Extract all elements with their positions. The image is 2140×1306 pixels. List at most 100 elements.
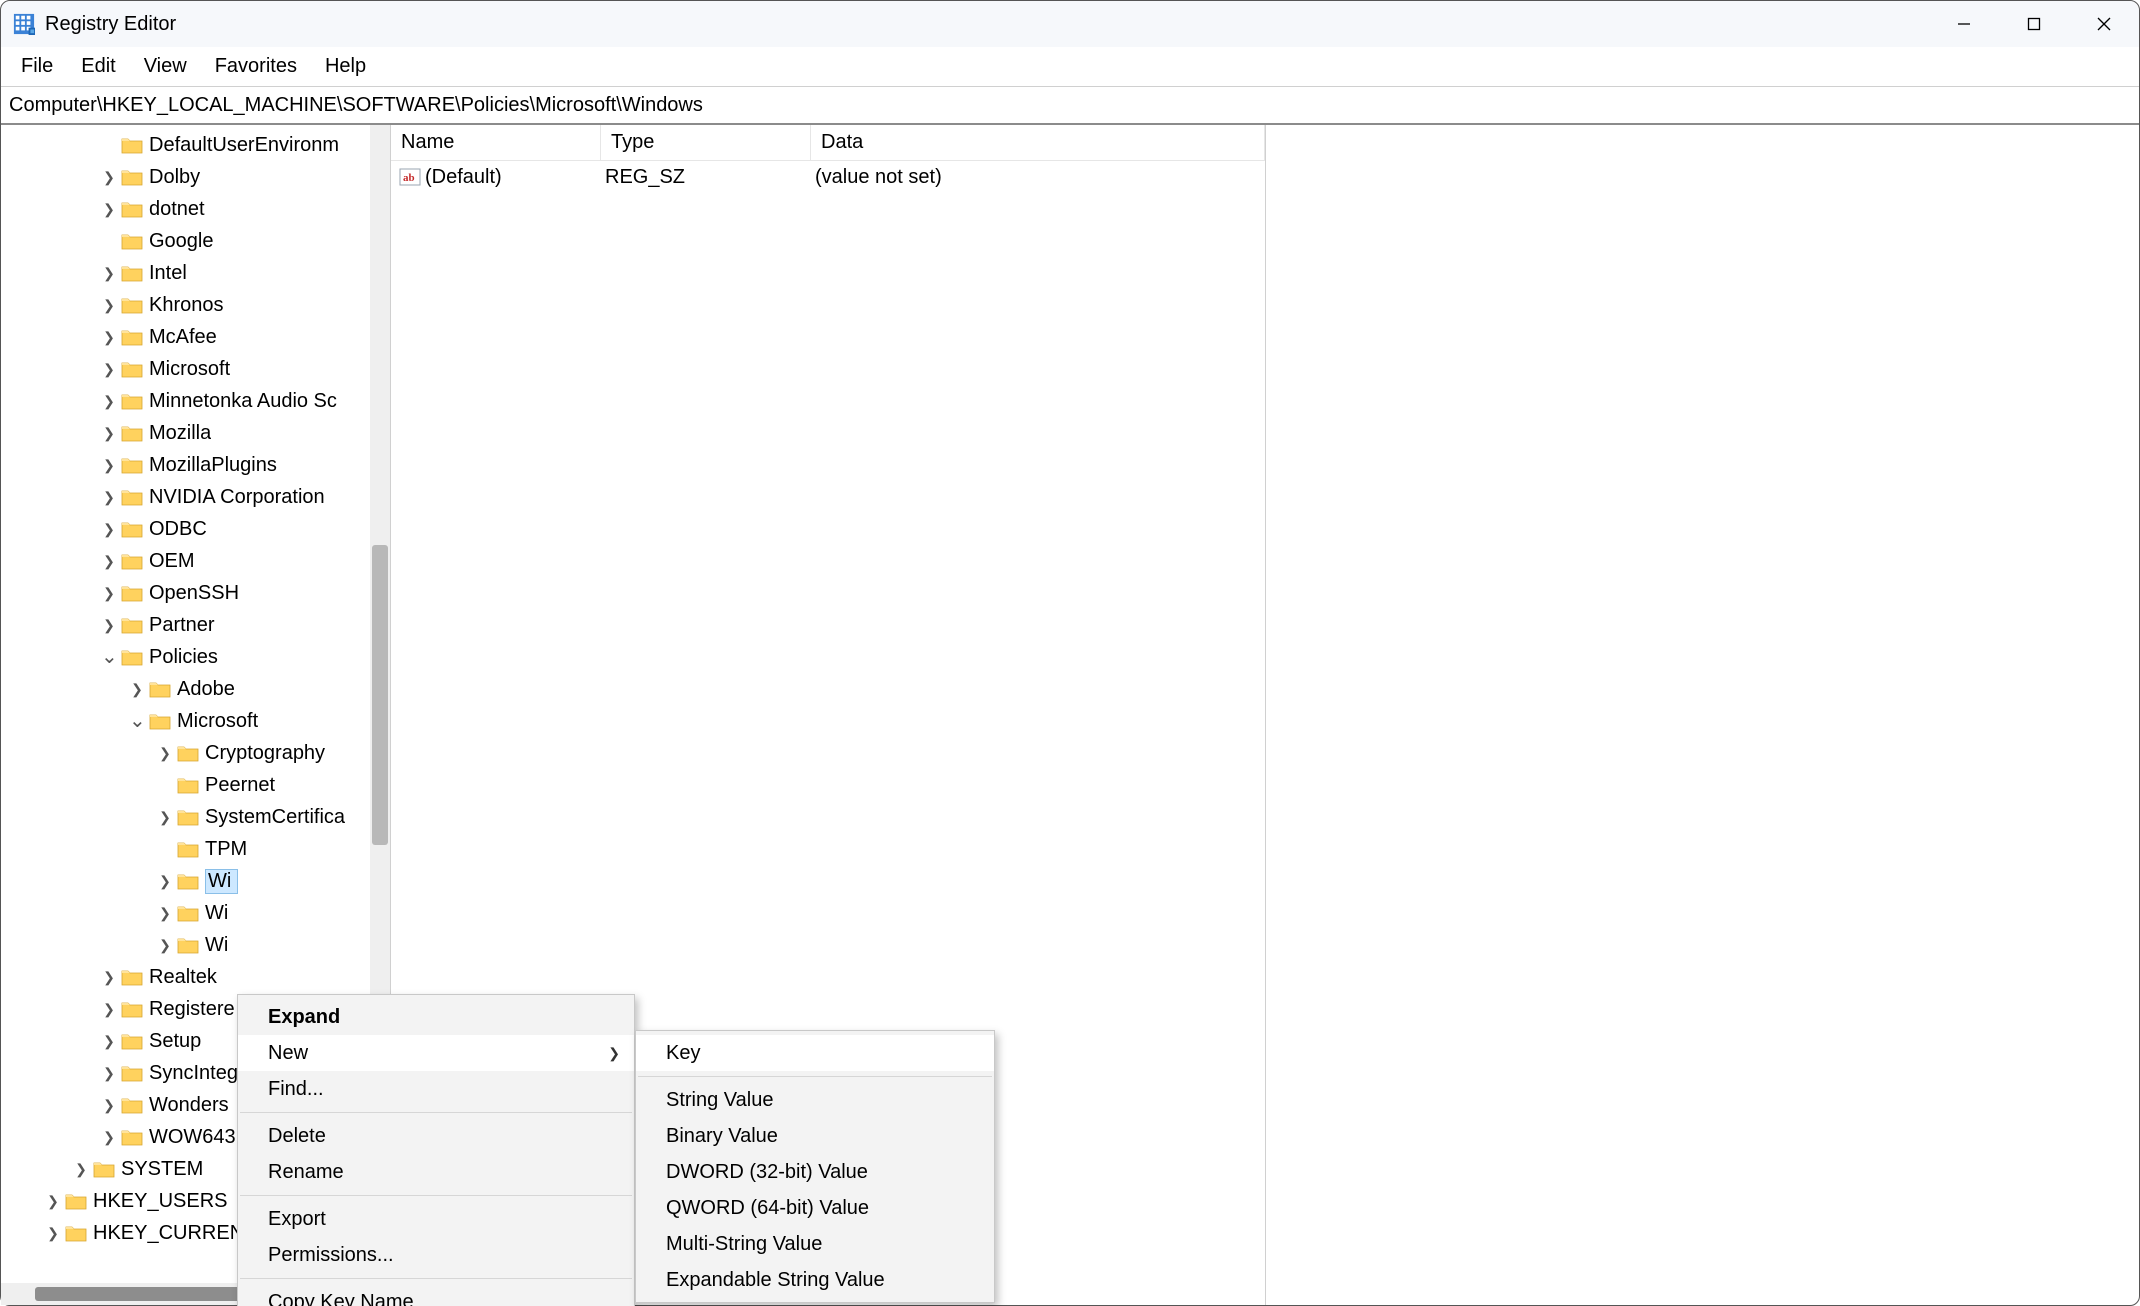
chevron-right-icon[interactable]: ❯ [101,1065,117,1082]
tree-item[interactable]: ❯Adobe [1,673,370,705]
tree-item[interactable]: ❯Wi [1,929,370,961]
chevron-right-icon[interactable]: ❯ [101,553,117,570]
tree-item[interactable]: ❯Google [1,225,370,257]
chevron-right-icon[interactable]: ❯ [45,1193,61,1210]
tree-item[interactable]: ⌄Microsoft [1,705,370,737]
chevron-right-icon[interactable]: ❯ [129,681,145,698]
list-header[interactable]: Name Type Data [391,125,1265,161]
titlebar[interactable]: Registry Editor [1,1,2139,47]
ctx-new-key[interactable]: Key [636,1035,994,1071]
ctx-new-multistring[interactable]: Multi-String Value [636,1226,994,1262]
chevron-right-icon[interactable]: ❯ [101,969,117,986]
chevron-right-icon[interactable]: ❯ [101,489,117,506]
tree-item[interactable]: ❯Intel [1,257,370,289]
column-header-name[interactable]: Name [391,125,601,160]
chevron-right-icon[interactable]: ❯ [101,169,117,186]
chevron-right-icon[interactable]: ❯ [101,361,117,378]
ctx-delete[interactable]: Delete [238,1118,634,1154]
column-header-data[interactable]: Data [811,125,1265,160]
tree-item[interactable]: ❯Cryptography [1,737,370,769]
menu-file[interactable]: File [7,51,67,82]
horizontal-scroll-thumb[interactable] [35,1287,265,1301]
tree-item[interactable]: ❯Dolby [1,161,370,193]
tree-item-label: SyncInteg [149,1062,238,1085]
chevron-right-icon[interactable]: ❯ [45,1225,61,1242]
ctx-copy-key-name[interactable]: Copy Key Name [238,1284,634,1306]
tree-item[interactable]: ❯Partner [1,609,370,641]
tree-item[interactable]: ❯OpenSSH [1,577,370,609]
tree-item-label: McAfee [149,326,217,349]
column-header-type[interactable]: Type [601,125,811,160]
tree-item[interactable]: ❯NVIDIA Corporation [1,481,370,513]
tree-item-label: Google [149,230,214,253]
chevron-down-icon[interactable]: ⌄ [129,715,145,727]
tree-item[interactable]: ❯Wi [1,897,370,929]
chevron-right-icon[interactable]: ❯ [101,585,117,602]
ctx-find[interactable]: Find... [238,1071,634,1107]
chevron-right-icon[interactable]: ❯ [101,329,117,346]
chevron-right-icon[interactable]: ❯ [101,425,117,442]
chevron-right-icon[interactable]: ❯ [101,521,117,538]
ctx-new-expandstring[interactable]: Expandable String Value [636,1262,994,1298]
tree-item[interactable]: ❯Wi [1,865,370,897]
window-title: Registry Editor [45,13,176,36]
ctx-new[interactable]: New ❯ [238,1035,634,1071]
ctx-expand[interactable]: Expand [238,999,634,1035]
ctx-permissions[interactable]: Permissions... [238,1237,634,1273]
tree-item[interactable]: ❯dotnet [1,193,370,225]
list-row[interactable]: ab (Default) REG_SZ (value not set) [391,161,1265,193]
tree-item[interactable]: ❯Peernet [1,769,370,801]
tree-item[interactable]: ❯Khronos [1,289,370,321]
address-bar[interactable]: Computer\HKEY_LOCAL_MACHINE\SOFTWARE\Pol… [1,87,2139,125]
tree-item[interactable]: ❯DefaultUserEnvironm [1,129,370,161]
chevron-right-icon[interactable]: ❯ [101,201,117,218]
tree-item[interactable]: ❯Realtek [1,961,370,993]
tree-item[interactable]: ❯ McAfee [1,321,370,353]
tree-item[interactable]: ❯Minnetonka Audio Sc [1,385,370,417]
chevron-right-icon[interactable]: ❯ [101,1097,117,1114]
ctx-rename[interactable]: Rename [238,1154,634,1190]
folder-icon [121,1128,143,1146]
ctx-new-qword[interactable]: QWORD (64-bit) Value [636,1190,994,1226]
chevron-right-icon[interactable]: ❯ [157,745,173,762]
chevron-right-icon[interactable]: ❯ [101,617,117,634]
tree-item[interactable]: ❯OEM [1,545,370,577]
chevron-right-icon[interactable]: ❯ [101,393,117,410]
chevron-right-icon[interactable]: ❯ [101,297,117,314]
menu-edit[interactable]: Edit [67,51,129,82]
folder-icon [177,776,199,794]
chevron-down-icon[interactable]: ⌄ [101,651,117,663]
vertical-scroll-thumb[interactable] [372,545,388,845]
ctx-export[interactable]: Export [238,1201,634,1237]
chevron-right-icon[interactable]: ❯ [101,1001,117,1018]
chevron-right-icon[interactable]: ❯ [101,457,117,474]
folder-icon [121,1000,143,1018]
chevron-right-icon[interactable]: ❯ [157,873,173,890]
ctx-new-binary[interactable]: Binary Value [636,1118,994,1154]
close-button[interactable] [2069,1,2139,47]
chevron-right-icon[interactable]: ❯ [73,1161,89,1178]
menu-help[interactable]: Help [311,51,380,82]
chevron-right-icon[interactable]: ❯ [101,1129,117,1146]
ctx-new-dword[interactable]: DWORD (32-bit) Value [636,1154,994,1190]
maximize-button[interactable] [1999,1,2069,47]
tree-item[interactable]: ❯Microsoft [1,353,370,385]
menu-view[interactable]: View [130,51,201,82]
menu-favorites[interactable]: Favorites [201,51,311,82]
chevron-right-icon[interactable]: ❯ [157,937,173,954]
tree-item[interactable]: ❯TPM [1,833,370,865]
tree-item[interactable]: ❯MozillaPlugins [1,449,370,481]
tree-item-label: Policies [149,646,218,669]
tree-item[interactable]: ❯Mozilla [1,417,370,449]
tree-item[interactable]: ❯SystemCertifica [1,801,370,833]
ctx-new-string[interactable]: String Value [636,1082,994,1118]
chevron-right-icon[interactable]: ❯ [101,265,117,282]
minimize-button[interactable] [1929,1,1999,47]
tree-item[interactable]: ⌄ Policies [1,641,370,673]
chevron-right-icon[interactable]: ❯ [101,1033,117,1050]
chevron-right-icon[interactable]: ❯ [157,905,173,922]
tree-item[interactable]: ❯ODBC [1,513,370,545]
folder-icon [121,1064,143,1082]
chevron-right-icon[interactable]: ❯ [157,809,173,826]
folder-icon [177,936,199,954]
